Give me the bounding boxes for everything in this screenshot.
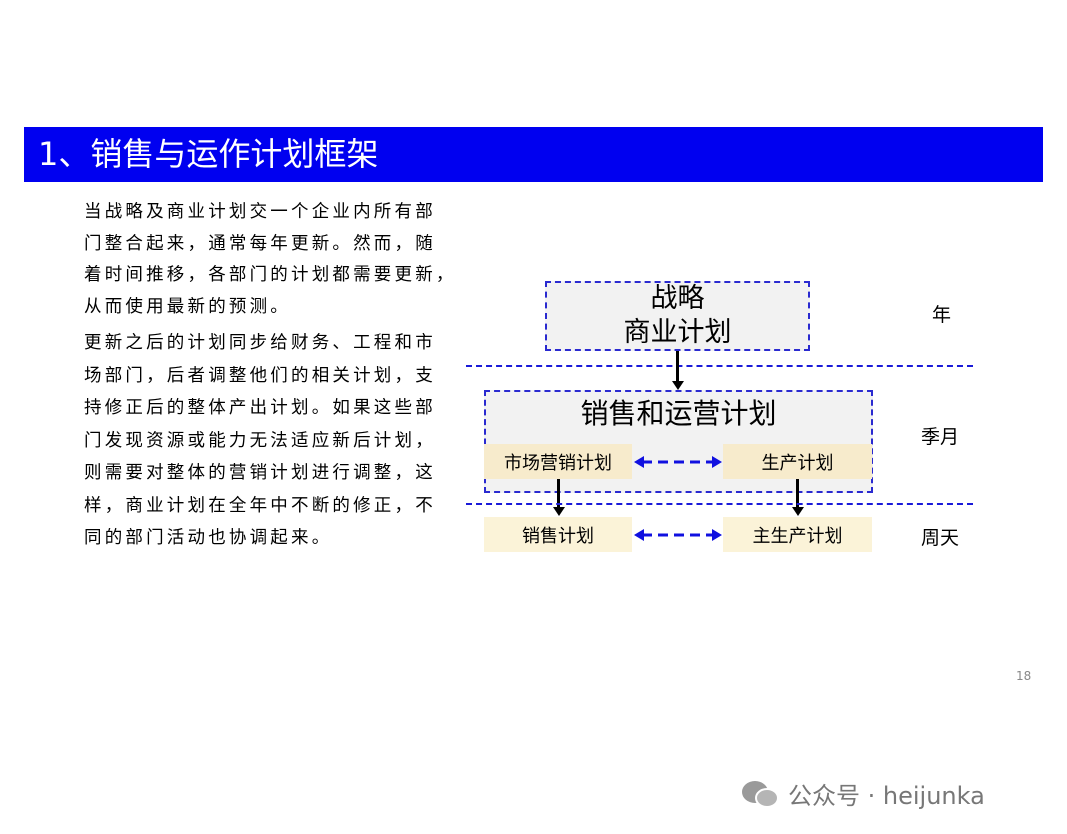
wechat-icon bbox=[742, 780, 779, 808]
sop-label: 销售和运营计划 bbox=[580, 397, 777, 430]
text-line: 持修正后的整体产出计划。如果这些部 bbox=[84, 398, 436, 418]
text-line: 从而使用最新的预测。 bbox=[84, 296, 291, 317]
slide: 1、销售与运作计划框架 当战略及商业计划交一个企业内所有部 门整合起来，通常每年… bbox=[0, 0, 1067, 834]
marketing-plan-box: 市场营销计划 bbox=[484, 444, 632, 479]
text-line: 门整合起来，通常每年更新。然而，随 bbox=[84, 233, 436, 254]
bidirectional-arrows bbox=[634, 456, 722, 541]
period-year: 年 bbox=[932, 304, 952, 326]
bidirectional-arrow-top bbox=[634, 456, 722, 468]
arrow-head-icon bbox=[671, 381, 684, 390]
arrow-head-icon bbox=[552, 507, 565, 516]
page-number: 18 bbox=[1016, 669, 1032, 683]
paragraph-1: 当战略及商业计划交一个企业内所有部 门整合起来，通常每年更新。然而，随 着时间推… bbox=[84, 197, 464, 323]
arrow-head-icon bbox=[791, 507, 804, 516]
strategy-label: 战略 bbox=[650, 283, 705, 314]
title-bar: 1、销售与运作计划框架 bbox=[24, 127, 1043, 182]
text-line: 门发现资源或能力无法适应新后计划， bbox=[84, 430, 436, 451]
text-line: 当战略及商业计划交一个企业内所有部 bbox=[84, 202, 436, 222]
strategy-box: 战略 商业计划 bbox=[545, 281, 810, 351]
sales-plan-box: 销售计划 bbox=[484, 517, 632, 552]
mps-box: 主生产计划 bbox=[723, 517, 872, 552]
text-line: 更新之后的计划同步给财务、工程和市 bbox=[84, 333, 436, 353]
divider-month bbox=[466, 503, 973, 505]
watermark-text: 公众号 · heijunka bbox=[788, 782, 985, 810]
arrow-shaft bbox=[676, 351, 679, 382]
divider-year bbox=[466, 365, 973, 367]
business-plan-label: 商业计划 bbox=[623, 317, 732, 348]
text-line: 着时间推移，各部门的计划都需要更新， bbox=[84, 265, 457, 285]
slide-title: 1、销售与运作计划框架 bbox=[38, 135, 379, 173]
text-line: 则需要对整体的营销计划进行调整，这 bbox=[84, 463, 436, 483]
watermark: 公众号 · heijunka bbox=[740, 776, 985, 811]
production-plan-box: 生产计划 bbox=[723, 444, 872, 479]
text-line: 样，商业计划在全年中不断的修正，不 bbox=[84, 495, 436, 516]
text-line: 同的部门活动也协调起来。 bbox=[84, 528, 333, 548]
period-quarter-month: 季月 bbox=[921, 426, 960, 448]
period-week-day: 周天 bbox=[921, 527, 960, 549]
text-line: 场部门，后者调整他们的相关计划，支 bbox=[84, 365, 436, 386]
bidirectional-arrow-bottom bbox=[634, 529, 722, 541]
paragraph-2: 更新之后的计划同步给财务、工程和市 场部门，后者调整他们的相关计划，支 持修正后… bbox=[84, 328, 464, 556]
